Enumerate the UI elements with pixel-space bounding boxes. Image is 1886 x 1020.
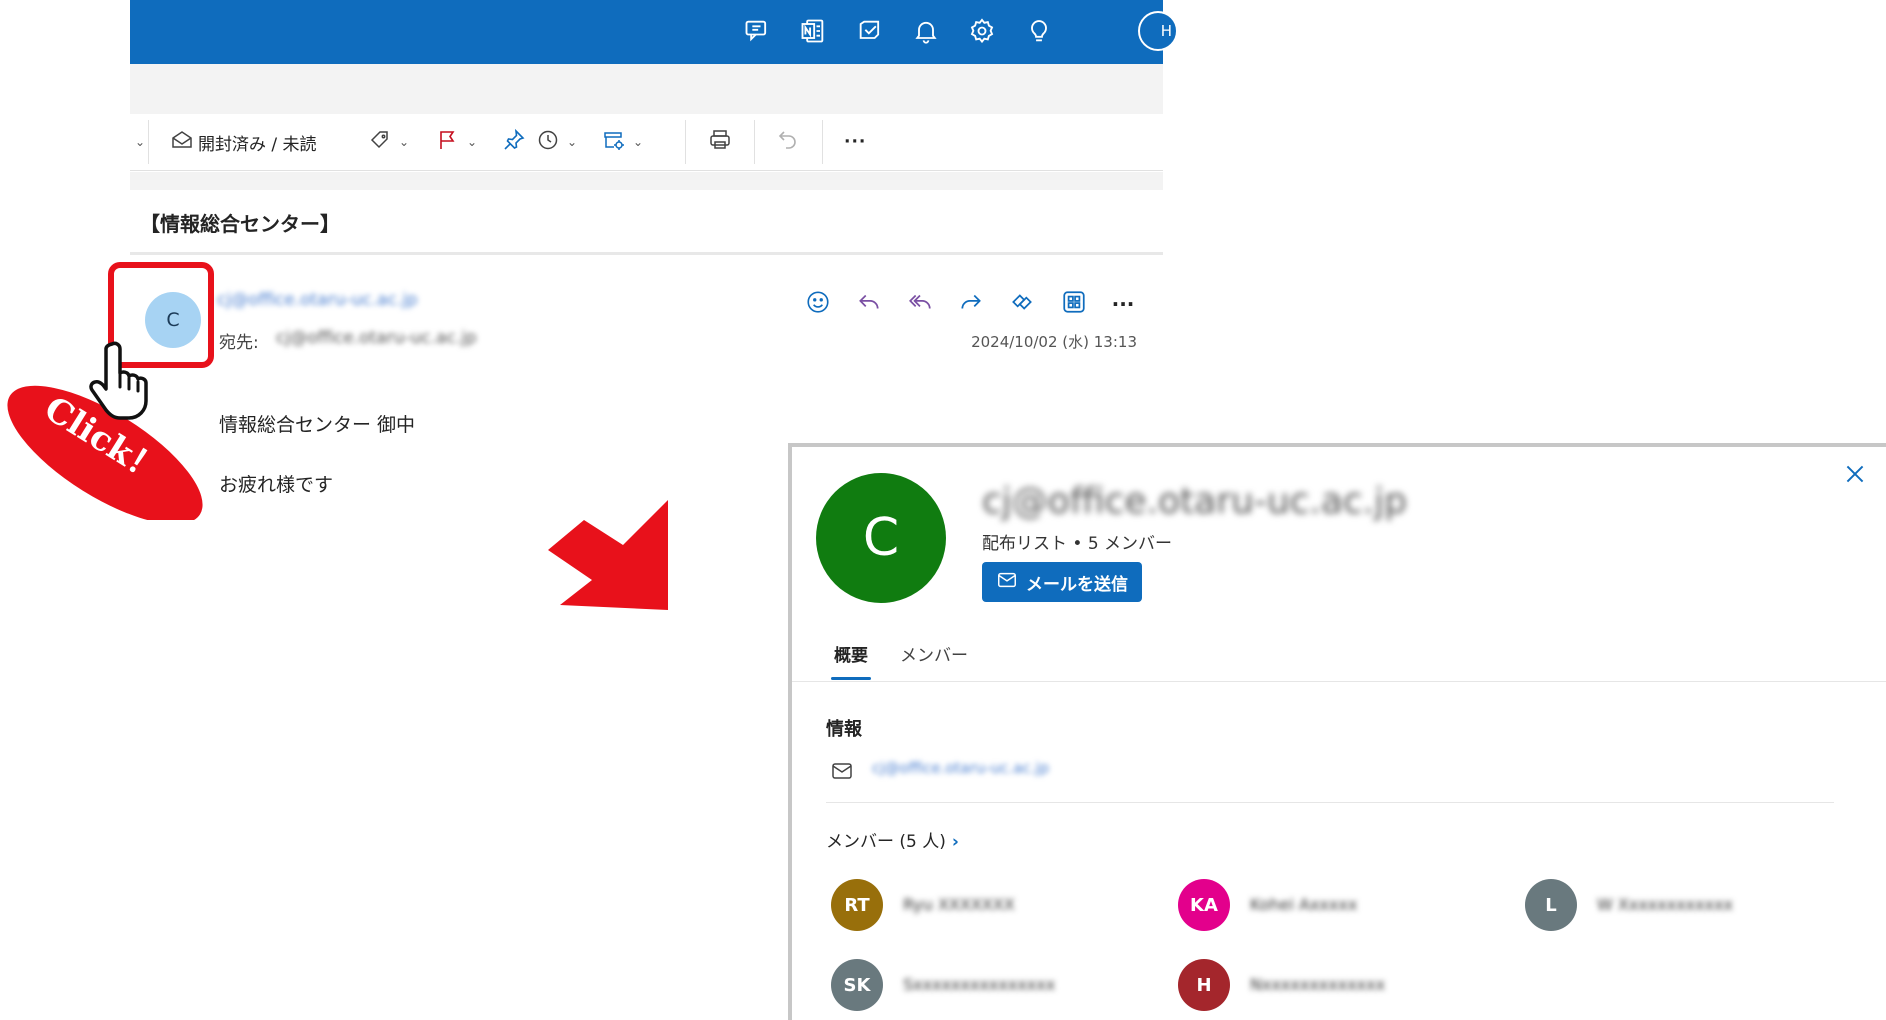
reply-button[interactable]	[854, 289, 884, 319]
tab-overview[interactable]: 概要	[834, 641, 868, 666]
tab-selected-indicator	[831, 677, 871, 680]
undo-button[interactable]	[776, 128, 800, 156]
member-avatar[interactable]: SK	[831, 959, 883, 1011]
sender-email[interactable]: cj@office.otaru-uc.ac.jp	[217, 290, 418, 310]
red-arrow-icon	[548, 500, 668, 610]
flag-icon	[436, 128, 460, 157]
contact-subtitle: 配布リスト • 5 メンバー	[982, 534, 1173, 554]
reply-all-icon	[907, 289, 933, 319]
divider	[826, 802, 1834, 803]
member-name[interactable]: Nxxxxxxxxxxxxx	[1250, 975, 1385, 994]
reading-pane-gap	[130, 172, 1163, 190]
rules-icon	[602, 128, 626, 157]
subject-header: 【情報総合センター】	[130, 190, 1163, 255]
app-header-bar: H	[130, 0, 1178, 64]
mail-icon	[830, 759, 854, 783]
message-date: 2024/10/02 (水) 13:13	[971, 333, 1137, 351]
divider	[792, 681, 1886, 682]
contact-avatar: C	[816, 473, 946, 603]
message-toolbar: ⌄ 開封済み / 未読 ⌄ ⌄ ⌄ ⌄ ···	[130, 114, 1163, 171]
send-mail-button[interactable]: メールを送信	[982, 562, 1142, 602]
info-email-link[interactable]: cj@office.otaru-uc.ac.jp	[872, 759, 1049, 777]
toolbar-separator	[822, 120, 823, 164]
ellipsis-icon: ···	[1111, 292, 1135, 316]
print-button[interactable]	[708, 128, 732, 156]
smiley-icon	[805, 289, 831, 319]
pin-icon	[502, 128, 526, 157]
mail-icon	[996, 569, 1018, 596]
close-button[interactable]	[1842, 461, 1868, 487]
reply-all-button[interactable]	[905, 289, 935, 319]
clock-icon	[536, 128, 560, 157]
snooze-button[interactable]: ⌄	[536, 128, 577, 156]
pointing-hand-icon	[89, 341, 148, 420]
account-avatar[interactable]: H	[1138, 11, 1178, 51]
members-heading[interactable]: メンバー (5 人) ›	[826, 827, 959, 852]
to-do-icon[interactable]	[853, 14, 887, 48]
ribbon-tabs-area	[130, 64, 1163, 114]
member-name[interactable]: Ryu XXXXXXX	[903, 895, 1015, 914]
forward-button[interactable]	[956, 289, 986, 319]
member-name[interactable]: W Xxxxxxxxxxxx	[1597, 895, 1733, 914]
more-options-button[interactable]: ···	[844, 128, 866, 156]
reply-icon	[856, 289, 882, 319]
toolbar-separator	[685, 120, 686, 164]
member-avatar[interactable]: L	[1525, 879, 1577, 931]
to-recipient[interactable]: cj@office.otaru-uc.ac.jp	[276, 328, 477, 348]
toolbar-overflow-chevron[interactable]: ⌄	[132, 128, 145, 156]
read-unread-button[interactable]: 開封済み / 未読	[170, 128, 317, 156]
member-avatar[interactable]: H	[1178, 959, 1230, 1011]
member-avatar[interactable]: RT	[831, 879, 883, 931]
lightbulb-icon[interactable]	[1022, 14, 1056, 48]
read-unread-label: 開封済み / 未読	[198, 134, 317, 155]
loop-button[interactable]	[1007, 289, 1037, 319]
send-mail-label: メールを送信	[1026, 574, 1128, 595]
onenote-icon[interactable]	[796, 14, 830, 48]
printer-icon	[708, 128, 732, 157]
chevron-down-icon: ⌄	[567, 135, 578, 149]
chevron-down-icon: ⌄	[399, 135, 410, 149]
pin-button[interactable]	[502, 128, 526, 156]
close-icon	[1846, 465, 1864, 483]
chevron-down-icon: ⌄	[633, 135, 644, 149]
members-heading-label: メンバー (5 人)	[826, 832, 946, 852]
toolbar-separator	[148, 120, 149, 164]
chat-feedback-icon[interactable]	[740, 14, 774, 48]
apps-grid-icon	[1061, 289, 1087, 319]
rules-button[interactable]: ⌄	[602, 128, 643, 156]
body-line-1: 情報総合センター 御中	[219, 414, 416, 436]
contact-card: C cj@office.otaru-uc.ac.jp 配布リスト • 5 メンバ…	[788, 443, 1886, 1020]
tag-icon	[368, 128, 392, 157]
message-more-button[interactable]: ···	[1108, 289, 1138, 319]
apps-button[interactable]	[1059, 289, 1089, 319]
categorize-button[interactable]: ⌄	[368, 128, 409, 156]
loop-icon	[1009, 289, 1035, 319]
forward-icon	[958, 289, 984, 319]
info-heading: 情報	[826, 719, 862, 740]
chevron-right-icon: ›	[951, 832, 959, 852]
bell-icon[interactable]	[909, 14, 943, 48]
tab-members[interactable]: メンバー	[900, 641, 968, 666]
gear-icon[interactable]	[965, 14, 999, 48]
body-line-2: お疲れ様です	[219, 474, 334, 496]
email-subject: 【情報総合センター】	[140, 212, 340, 236]
flag-button[interactable]: ⌄	[436, 128, 477, 156]
envelope-open-icon	[170, 128, 194, 157]
toolbar-separator	[754, 120, 755, 164]
to-label: 宛先:	[219, 333, 259, 353]
member-name[interactable]: Sxxxxxxxxxxxxxxx	[903, 975, 1055, 994]
member-name[interactable]: Kohei Axxxxx	[1250, 895, 1357, 914]
member-avatar[interactable]: KA	[1178, 879, 1230, 931]
contact-name: cj@office.otaru-uc.ac.jp	[982, 481, 1408, 522]
undo-icon	[776, 128, 800, 157]
ellipsis-icon: ···	[844, 132, 867, 152]
react-button[interactable]	[803, 289, 833, 319]
chevron-down-icon: ⌄	[467, 135, 478, 149]
